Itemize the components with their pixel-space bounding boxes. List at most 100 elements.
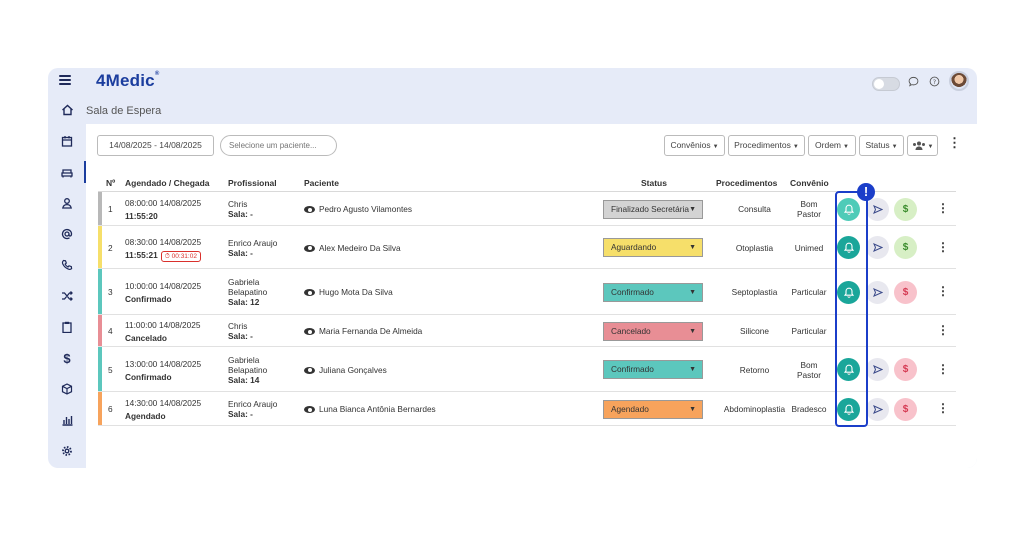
insurance-cell: Bradesco bbox=[786, 404, 832, 414]
row-options-icon[interactable]: ⋮ bbox=[937, 241, 949, 253]
professional-name: Chris bbox=[228, 199, 248, 209]
help-icon[interactable]: ? bbox=[927, 76, 941, 90]
header-status: Status bbox=[641, 178, 667, 188]
patient-search-input[interactable] bbox=[220, 135, 337, 156]
status-select[interactable]: Aguardando ▼ bbox=[603, 238, 703, 257]
status-select[interactable]: Cancelado ▼ bbox=[603, 321, 703, 341]
scheduled-time: 08:00:00 14/08/2025 bbox=[125, 198, 202, 208]
patient-name[interactable]: Alex Medeiro Da Silva bbox=[319, 243, 401, 253]
patient-name[interactable]: Luna Bianca Antônia Bernardes bbox=[319, 404, 436, 414]
eye-icon[interactable] bbox=[304, 406, 315, 414]
professional-cell: Gabriela Belapatino Sala: 12 bbox=[228, 277, 267, 307]
box-icon[interactable] bbox=[48, 378, 86, 400]
status-strip bbox=[98, 347, 102, 391]
ordem-filter-button[interactable]: Ordem ▼ bbox=[808, 135, 856, 156]
settings-gear-icon[interactable] bbox=[48, 440, 86, 462]
status-select[interactable]: Confirmado ▼ bbox=[603, 360, 703, 379]
status-strip bbox=[98, 392, 102, 425]
row-options-icon[interactable]: ⋮ bbox=[937, 363, 949, 375]
patient-cell[interactable]: Maria Fernanda De Almeida bbox=[304, 326, 422, 336]
status-filter-button[interactable]: Status ▼ bbox=[859, 135, 904, 156]
send-icon[interactable] bbox=[866, 280, 889, 304]
eye-icon[interactable] bbox=[304, 328, 315, 336]
send-icon[interactable] bbox=[866, 397, 889, 421]
patient-cell[interactable]: Luna Bianca Antônia Bernardes bbox=[304, 404, 436, 414]
scheduled-time: 11:00:00 14/08/2025 bbox=[125, 320, 201, 330]
patient-cell[interactable]: Hugo Mota Da Silva bbox=[304, 287, 393, 297]
analytics-icon[interactable] bbox=[48, 409, 86, 431]
professional-cell: Chris Sala: - bbox=[228, 199, 253, 219]
status-select[interactable]: Agendado ▼ bbox=[603, 399, 703, 419]
professional-name: Enrico Araujo bbox=[228, 399, 278, 409]
room-label: Sala: 12 bbox=[228, 297, 260, 307]
professional-name: Enrico Araujo bbox=[228, 237, 278, 248]
row-number: 6 bbox=[108, 404, 113, 414]
patient-name[interactable]: Juliana Gonçalves bbox=[319, 365, 387, 375]
patient-cell[interactable]: Alex Medeiro Da Silva bbox=[304, 243, 401, 253]
insurance-name: Pastor bbox=[797, 209, 821, 219]
row-options-icon[interactable]: ⋮ bbox=[937, 324, 949, 336]
theme-toggle[interactable] bbox=[872, 77, 900, 91]
user-icon[interactable] bbox=[48, 192, 86, 214]
status-value: Confirmado bbox=[611, 364, 654, 374]
eye-icon[interactable] bbox=[304, 206, 315, 214]
patient-cell[interactable]: Juliana Gonçalves bbox=[304, 365, 387, 375]
patient-name[interactable]: Hugo Mota Da Silva bbox=[319, 287, 393, 297]
professional-cell: Enrico Araujo Sala: - bbox=[228, 238, 277, 258]
professional-name: Belapatino bbox=[228, 364, 268, 375]
patient-name[interactable]: Pedro Agusto Vilamontes bbox=[319, 204, 412, 214]
clipboard-icon[interactable] bbox=[48, 316, 86, 338]
home-icon[interactable] bbox=[48, 99, 86, 121]
calendar-icon[interactable] bbox=[48, 130, 86, 152]
status-select[interactable]: Finalizado Secretária ▼ bbox=[603, 199, 703, 219]
payment-dollar-icon[interactable]: $ bbox=[894, 236, 917, 259]
more-options-icon[interactable]: ⋮ bbox=[948, 136, 961, 149]
eye-icon[interactable] bbox=[304, 289, 315, 297]
payment-dollar-icon[interactable]: $ bbox=[894, 197, 917, 221]
row-options-icon[interactable]: ⋮ bbox=[937, 202, 949, 214]
send-icon[interactable] bbox=[866, 197, 889, 221]
wait-timer: ⏱ 00:31:02 bbox=[160, 250, 201, 262]
menu-icon[interactable] bbox=[59, 75, 71, 85]
waiting-room-icon[interactable] bbox=[48, 161, 86, 183]
professional-name: Gabriela bbox=[228, 277, 260, 287]
send-icon[interactable] bbox=[866, 358, 889, 381]
scheduled-time: 08:30:00 14/08/2025 bbox=[125, 236, 202, 247]
chat-icon[interactable] bbox=[906, 76, 920, 90]
insurance-cell: Bom Pastor bbox=[786, 199, 832, 219]
user-avatar[interactable] bbox=[949, 71, 969, 91]
eye-icon[interactable] bbox=[304, 244, 315, 252]
professional-cell: Gabriela Belapatino Sala: 14 bbox=[228, 355, 267, 385]
payment-dollar-icon[interactable]: $ bbox=[894, 280, 917, 304]
room-label: Sala: - bbox=[228, 247, 253, 258]
insurance-name: Bom bbox=[800, 359, 818, 370]
eye-icon[interactable] bbox=[304, 366, 315, 374]
phone-icon[interactable] bbox=[48, 254, 86, 276]
status-select[interactable]: Confirmado ▼ bbox=[603, 282, 703, 302]
dollar-icon[interactable]: $ bbox=[48, 347, 86, 369]
insurance-cell: Particular bbox=[786, 287, 832, 297]
insurance-name: Pastor bbox=[797, 369, 821, 380]
professional-cell: Enrico Araujo Sala: - bbox=[228, 399, 277, 419]
procedimentos-filter-button[interactable]: Procedimentos ▼ bbox=[728, 135, 805, 156]
patient-cell[interactable]: Pedro Agusto Vilamontes bbox=[304, 204, 412, 214]
table-header: Nº Agendado / Chegada Profissional Pacie… bbox=[98, 172, 956, 192]
row-options-icon[interactable]: ⋮ bbox=[937, 285, 949, 297]
appointment-time: 08:00:00 14/08/2025 11:55:20 bbox=[125, 198, 201, 221]
shuffle-icon[interactable] bbox=[48, 285, 86, 307]
room-label: Sala: - bbox=[228, 331, 253, 341]
patient-name[interactable]: Maria Fernanda De Almeida bbox=[319, 326, 422, 336]
row-options-icon[interactable]: ⋮ bbox=[937, 402, 949, 414]
payment-dollar-icon[interactable]: $ bbox=[894, 397, 917, 421]
group-filter-button[interactable]: ▼ bbox=[907, 135, 938, 156]
insurance-name: Bradesco bbox=[791, 404, 827, 414]
arrival-info: Confirmado bbox=[125, 294, 172, 304]
row-number: 3 bbox=[108, 287, 113, 297]
room-label: Sala: - bbox=[228, 409, 253, 419]
date-range-picker[interactable]: 14/08/2025 - 14/08/2025 bbox=[97, 135, 214, 156]
scheduled-time: 13:00:00 14/08/2025 bbox=[125, 358, 202, 369]
convenios-filter-button[interactable]: Convênios ▼ bbox=[664, 135, 725, 156]
send-icon[interactable] bbox=[866, 236, 889, 259]
at-icon[interactable] bbox=[48, 223, 86, 245]
payment-dollar-icon[interactable]: $ bbox=[894, 358, 917, 381]
